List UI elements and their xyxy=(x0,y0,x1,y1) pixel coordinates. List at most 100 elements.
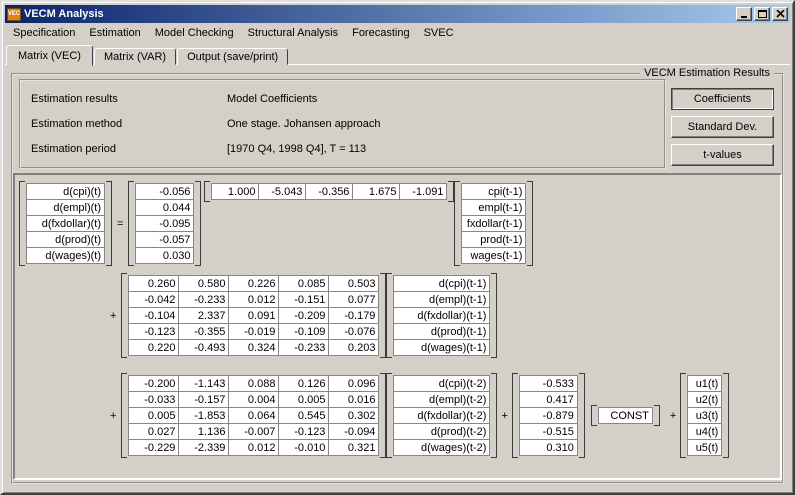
matrix-cell: -0.229 xyxy=(129,440,179,456)
matrix-cell: -0.879 xyxy=(519,408,577,424)
info-row-results: Estimation results Model Coefficients xyxy=(21,93,664,105)
menu-svec[interactable]: SVEC xyxy=(417,25,461,41)
matrix-cell: 0.310 xyxy=(519,440,577,456)
matrix-grid: d(cpi)(t-1)d(empl)(t-1)d(fxdollar)(t-1)d… xyxy=(393,275,490,356)
coefficients-button[interactable]: Coefficients xyxy=(671,88,774,110)
groupbox-title: VECM Estimation Results xyxy=(640,67,774,79)
matrix-cell: 1.136 xyxy=(179,424,229,440)
matrix-cell: d(empl)(t-1) xyxy=(394,292,490,308)
minimize-icon xyxy=(740,10,749,19)
matrix-cell: d(empl)(t) xyxy=(27,200,105,216)
matrix-cell: -0.104 xyxy=(129,308,179,324)
matrix-cell: -0.057 xyxy=(136,232,194,248)
equals-operator: = xyxy=(117,218,123,230)
matrix-cell: -0.076 xyxy=(329,324,379,340)
matrix-cell: -0.493 xyxy=(179,340,229,356)
matrix-cell: fxdollar(t-1) xyxy=(462,216,526,232)
standard-dev-button[interactable]: Standard Dev. xyxy=(671,116,774,138)
matrix-cell: 0.004 xyxy=(229,392,279,408)
matrix-cell: 2.337 xyxy=(179,308,229,324)
matrix-cell: d(fxdollar)(t-1) xyxy=(394,308,490,324)
lhs-variables-matrix: d(cpi)(t)d(empl)(t)d(fxdollar)(t)d(prod)… xyxy=(19,181,112,266)
plus-operator: + xyxy=(110,310,116,322)
t-values-button[interactable]: t-values xyxy=(671,144,774,166)
beta-row-matrix: 1.000-5.043-0.3561.675-1.091 xyxy=(204,181,454,202)
title-bar: VEC VECM Analysis xyxy=(5,5,790,23)
equation-row-3: + -0.200-1.1430.0880.1260.096-0.033-0.15… xyxy=(19,373,729,458)
matrix-cell: 0.260 xyxy=(129,276,179,292)
equation-row-1: d(cpi)(t)d(empl)(t)d(fxdollar)(t)d(prod)… xyxy=(19,181,533,266)
menu-estimation[interactable]: Estimation xyxy=(82,25,147,41)
close-icon xyxy=(776,10,785,18)
matrix-cell: -2.339 xyxy=(179,440,229,456)
matrix-cell: 0.064 xyxy=(229,408,279,424)
matrix-cell: 0.203 xyxy=(329,340,379,356)
alpha-vector-matrix: -0.0560.044-0.095-0.0570.030 xyxy=(128,181,201,266)
menu-bar: Specification Estimation Model Checking … xyxy=(5,23,790,42)
diff-lag2-labels-matrix: d(cpi)(t-2)d(empl)(t-2)d(fxdollar)(t-2)d… xyxy=(386,373,497,458)
matrix-cell: -0.533 xyxy=(519,376,577,392)
vecm-results-groupbox: VECM Estimation Results Estimation resul… xyxy=(11,73,784,484)
matrix-cell: -0.010 xyxy=(279,440,329,456)
matrix-cell: 0.220 xyxy=(129,340,179,356)
matrix-cell: u5(t) xyxy=(688,440,722,456)
window-title: VECM Analysis xyxy=(24,8,736,20)
matrix-cell: d(cpi)(t-1) xyxy=(394,276,490,292)
matrix-cell: d(prod)(t-1) xyxy=(394,324,490,340)
matrix-cell: 0.302 xyxy=(329,408,379,424)
matrix-cell: d(prod)(t-2) xyxy=(394,424,490,440)
matrix-cell: 0.088 xyxy=(229,376,279,392)
matrix-cell: d(empl)(t-2) xyxy=(394,392,490,408)
matrix-grid: d(cpi)(t)d(empl)(t)d(fxdollar)(t)d(prod)… xyxy=(26,183,105,264)
matrix-cell: -1.853 xyxy=(179,408,229,424)
tab-strip: Matrix (VEC) Matrix (VAR) Output (save/p… xyxy=(6,44,289,65)
minimize-button[interactable] xyxy=(736,7,752,21)
matrix-cell: -0.095 xyxy=(136,216,194,232)
window-controls xyxy=(736,7,788,21)
plus-operator: + xyxy=(110,410,116,422)
gamma2-matrix: -0.200-1.1430.0880.1260.096-0.033-0.1570… xyxy=(121,373,386,458)
tab-matrix-var[interactable]: Matrix (VAR) xyxy=(94,48,176,65)
close-button[interactable] xyxy=(772,7,788,21)
matrix-cell: 0.085 xyxy=(279,276,329,292)
matrix-cell: -0.233 xyxy=(179,292,229,308)
matrix-cell: 0.005 xyxy=(279,392,329,408)
tab-matrix-vec[interactable]: Matrix (VEC) xyxy=(6,45,93,66)
maximize-button[interactable] xyxy=(754,7,770,21)
info-value: Model Coefficients xyxy=(227,93,664,105)
matrix-cell: 0.027 xyxy=(129,424,179,440)
matrix-grid: CONST xyxy=(598,407,653,424)
matrix-cell: 0.503 xyxy=(329,276,379,292)
matrix-cell: d(fxdollar)(t) xyxy=(27,216,105,232)
menu-model-checking[interactable]: Model Checking xyxy=(148,25,241,41)
app-icon: VEC xyxy=(7,8,21,21)
matrix-cell: 0.324 xyxy=(229,340,279,356)
matrix-cell: -0.042 xyxy=(129,292,179,308)
matrix-cell: -0.356 xyxy=(306,184,353,200)
tab-output[interactable]: Output (save/print) xyxy=(177,48,288,65)
info-row-method: Estimation method One stage. Johansen ap… xyxy=(21,118,664,130)
menu-forecasting[interactable]: Forecasting xyxy=(345,25,416,41)
matrix-cell: -0.056 xyxy=(136,184,194,200)
residuals-matrix: u1(t)u2(t)u3(t)u4(t)u5(t) xyxy=(680,373,729,458)
matrix-cell: 0.226 xyxy=(229,276,279,292)
matrix-cell: 0.044 xyxy=(136,200,194,216)
menu-structural-analysis[interactable]: Structural Analysis xyxy=(241,25,345,41)
matrix-cell: -0.515 xyxy=(519,424,577,440)
gamma1-matrix: 0.2600.5800.2260.0850.503-0.042-0.2330.0… xyxy=(121,273,386,358)
matrix-cell: wages(t-1) xyxy=(462,248,526,264)
matrix-cell: d(wages)(t) xyxy=(27,248,105,264)
matrix-cell: u2(t) xyxy=(688,392,722,408)
matrix-cell: empl(t-1) xyxy=(462,200,526,216)
matrix-cell: 0.012 xyxy=(229,440,279,456)
matrix-cell: d(cpi)(t-2) xyxy=(394,376,490,392)
matrix-cell: cpi(t-1) xyxy=(462,184,526,200)
matrix-cell: -0.151 xyxy=(279,292,329,308)
info-row-period: Estimation period [1970 Q4, 1998 Q4], T … xyxy=(21,143,664,155)
matrix-cell: 1.675 xyxy=(353,184,400,200)
plus-operator: + xyxy=(670,410,676,422)
menu-specification[interactable]: Specification xyxy=(6,25,82,41)
levels-labels-matrix: cpi(t-1)empl(t-1)fxdollar(t-1)prod(t-1)w… xyxy=(454,181,533,266)
matrix-cell: -0.007 xyxy=(229,424,279,440)
matrix-cell: CONST xyxy=(598,408,652,424)
